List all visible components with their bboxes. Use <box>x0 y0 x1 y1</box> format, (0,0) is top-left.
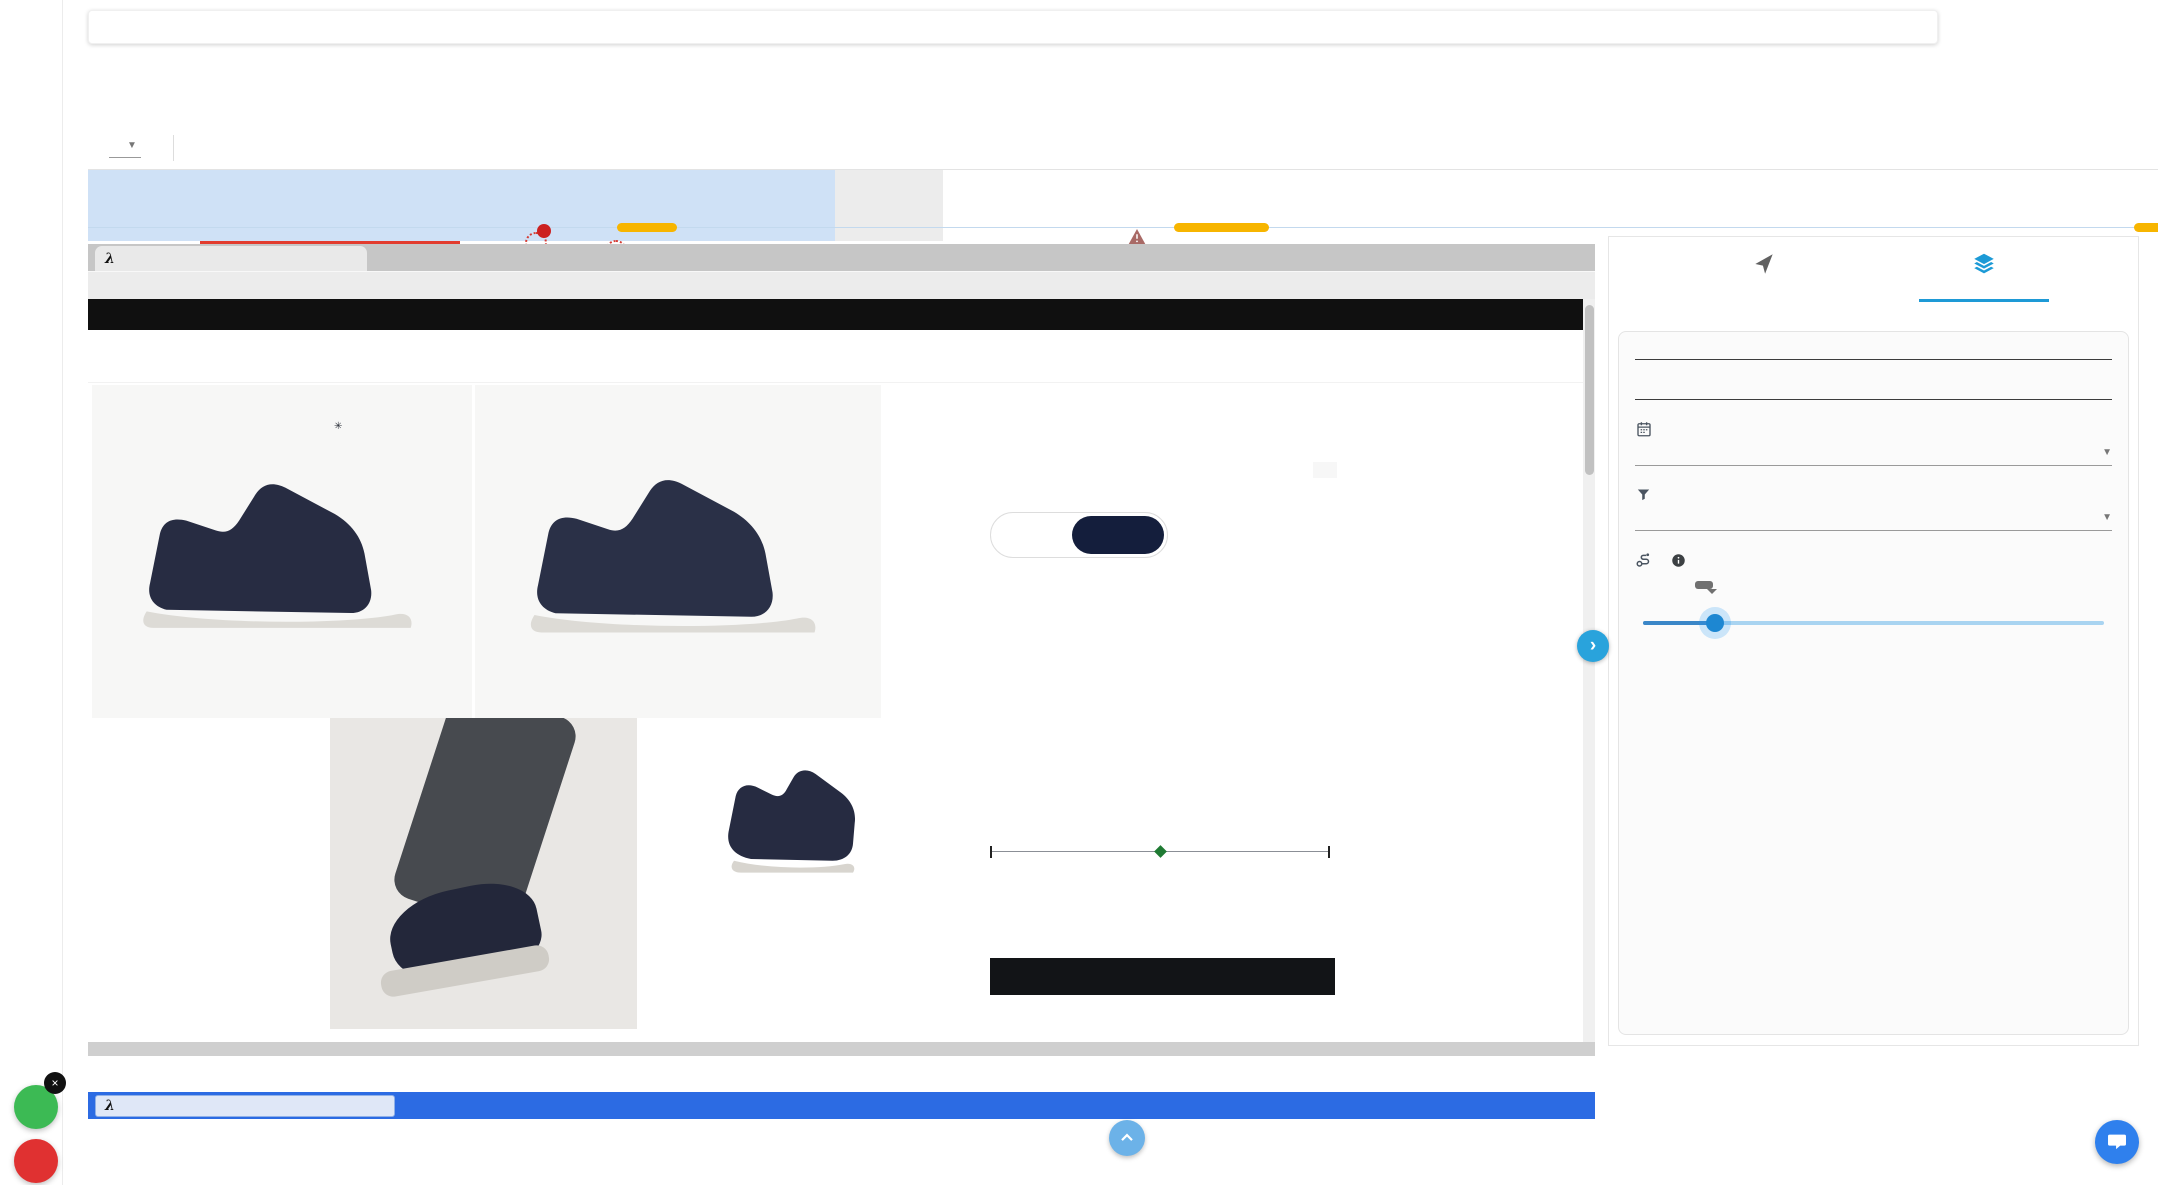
chevron-down-icon: ▼ <box>127 140 137 151</box>
chat-widget-button[interactable] <box>2095 1120 2139 1164</box>
route-icon <box>1635 551 1653 569</box>
replayed-browser-tab[interactable]: λ <box>95 246 367 271</box>
tab-overlays[interactable] <box>1918 251 2049 302</box>
timeline-played-segment[interactable] <box>88 170 835 241</box>
product-image-float[interactable] <box>700 750 870 900</box>
fit-scale <box>990 845 1330 858</box>
replayed-browser-tabstrip: λ <box>88 241 1595 271</box>
layers-icon <box>1970 251 1998 277</box>
event-count-badge <box>537 224 551 238</box>
product-image-secondary[interactable] <box>475 385 881 718</box>
bottom-tab-bar: λ <box>88 1092 1595 1119</box>
calendar-icon <box>1635 420 1653 438</box>
threshold-setting <box>1635 551 2112 643</box>
replayed-page: ✳ <box>88 299 1583 1042</box>
fit-marker-icon <box>1154 845 1167 858</box>
threshold-slider[interactable] <box>1635 581 2112 643</box>
gender-female-option[interactable] <box>1072 516 1164 554</box>
session-timeline[interactable] <box>88 169 2158 262</box>
chevron-down-icon: ▼ <box>2102 447 2112 458</box>
page-scrollbar[interactable] <box>1583 299 1595 1042</box>
replayed-url-bar <box>88 271 1595 299</box>
funnel-icon <box>1635 486 1652 503</box>
overlays-panel: ▼ ▼ <box>1608 236 2139 1046</box>
global-search[interactable] <box>88 10 1938 44</box>
site-announcement-bar <box>88 299 1583 330</box>
session-replay-viewport: λ ✳ <box>88 241 1595 1056</box>
search-input[interactable] <box>111 17 1925 37</box>
overlay-settings-card: ▼ ▼ <box>1618 331 2129 1035</box>
speed-select[interactable]: ▼ <box>109 138 141 158</box>
filter-session-setting: ▼ <box>1635 486 2112 531</box>
allbirds-favicon: λ <box>105 250 115 267</box>
product-image-main[interactable] <box>92 385 472 718</box>
timeline-event-marker[interactable] <box>1174 223 1269 232</box>
water-repellent-badge: ✳ <box>334 421 350 432</box>
time-range-setting: ▼ <box>1635 420 2112 466</box>
timeline-event-marker[interactable] <box>2134 223 2158 232</box>
time-range-select[interactable]: ▼ <box>1635 447 2112 466</box>
timeline-event-marker[interactable] <box>617 223 677 232</box>
tab-events[interactable] <box>1699 251 1829 302</box>
sparkle-icon: ✳ <box>334 421 345 432</box>
bottom-page-tab[interactable]: λ <box>95 1095 395 1117</box>
panel-collapse-button[interactable]: › <box>1577 630 1609 662</box>
gender-toggle[interactable] <box>990 512 1168 558</box>
chevron-down-icon: ▼ <box>2102 512 2112 523</box>
thumbs-down-button[interactable] <box>14 1139 58 1183</box>
replay-toolbar: ▼ <box>95 131 188 165</box>
settings-heading <box>1635 390 2112 400</box>
filter-session-select[interactable]: ▼ <box>1635 512 2112 531</box>
scrollbar-thumb[interactable] <box>1584 305 1594 475</box>
free-shipping-badge <box>1313 462 1337 478</box>
info-icon[interactable] <box>1671 553 1686 568</box>
add-to-cart-button[interactable] <box>990 958 1335 995</box>
app-root: × ▼ λ ✳ ▼ ▼ › λ <box>0 0 2158 1185</box>
slider-thumb[interactable] <box>1706 614 1724 632</box>
product-image-lifestyle[interactable] <box>330 718 637 1029</box>
scroll-to-top-button[interactable] <box>1109 1120 1145 1156</box>
allbirds-favicon: λ <box>105 1098 115 1114</box>
timeline-track <box>88 227 2158 228</box>
close-icon[interactable]: × <box>44 1072 66 1094</box>
recording-indicator-line <box>200 241 460 244</box>
heatmap-type-heading <box>1635 350 2112 360</box>
error-marker-icon[interactable] <box>1128 228 1146 245</box>
site-navbar <box>88 330 1583 383</box>
divider <box>172 135 174 161</box>
navigation-arrow-icon <box>1751 251 1777 277</box>
left-sidebar <box>0 0 63 1185</box>
timeline-buffer-segment[interactable] <box>835 170 943 241</box>
slider-tooltip <box>1695 581 1717 594</box>
